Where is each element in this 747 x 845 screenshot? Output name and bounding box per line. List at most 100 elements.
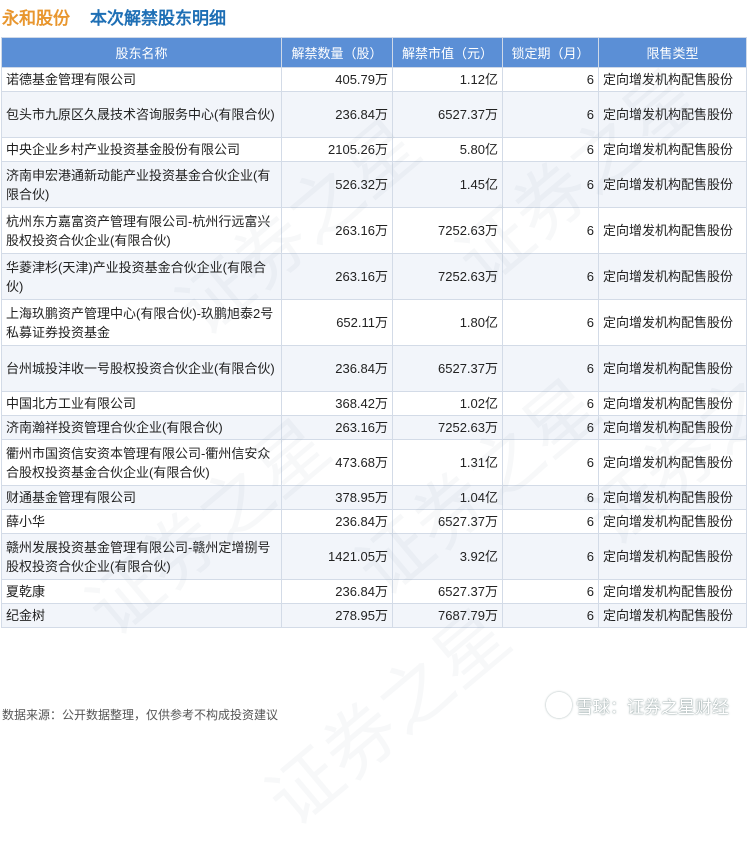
unlock-shareholder-table: 股东名称 解禁数量（股） 解禁市值（元） 锁定期（月） 限售类型 诺德基金管理有…	[1, 37, 747, 628]
shareholder-name-cell: 包头市九原区久晟技术咨询服务中心(有限合伙)	[1, 91, 282, 138]
shareholder-name-cell: 杭州东方嘉富资产管理有限公司-杭州行远富兴股权投资合伙企业(有限合伙)	[1, 207, 282, 254]
lock-period-cell: 6	[502, 603, 599, 628]
unlock-quantity-cell: 263.16万	[281, 207, 393, 254]
unlock-value-cell: 7252.63万	[392, 207, 503, 254]
shareholder-name-cell: 台州城投沣收一号股权投资合伙企业(有限合伙)	[1, 345, 282, 392]
unlock-value-cell: 6527.37万	[392, 579, 503, 604]
unlock-value-cell: 5.80亿	[392, 137, 503, 162]
header-unlock-quantity[interactable]: 解禁数量（股）	[281, 37, 393, 68]
restriction-type-cell: 定向增发机构配售股份	[598, 207, 747, 254]
shareholder-name-cell: 济南瀚祥投资管理合伙企业(有限合伙)	[1, 415, 282, 440]
unlock-value-cell: 7252.63万	[392, 253, 503, 300]
table-row: 华菱津杉(天津)产业投资基金合伙企业(有限合伙) 263.16万 7252.63万 6…	[1, 253, 747, 300]
lock-period-cell: 6	[502, 207, 599, 254]
shareholder-name-cell: 诺德基金管理有限公司	[1, 67, 282, 92]
unlock-quantity-cell: 236.84万	[281, 91, 393, 138]
table-row: 赣州发展投资基金管理有限公司-赣州定增捌号股权投资合伙企业(有限合伙) 1421.…	[1, 533, 747, 580]
lock-period-cell: 6	[502, 253, 599, 300]
lock-period-cell: 6	[502, 391, 599, 416]
unlock-value-cell: 6527.37万	[392, 345, 503, 392]
lock-period-cell: 6	[502, 485, 599, 510]
lock-period-cell: 6	[502, 533, 599, 580]
table-row: 上海玖鹏资产管理中心(有限合伙)-玖鹏旭泰2号私募证券投资基金 652.11万 1.…	[1, 299, 747, 346]
unlock-quantity-cell: 236.84万	[281, 509, 393, 534]
restriction-type-cell: 定向增发机构配售股份	[598, 253, 747, 300]
lock-period-cell: 6	[502, 415, 599, 440]
header-shareholder-name[interactable]: 股东名称	[1, 37, 282, 68]
table-row: 夏乾康 236.84万 6527.37万 6 定向增发机构配售股份	[1, 579, 747, 604]
unlock-quantity-cell: 236.84万	[281, 345, 393, 392]
table-row: 台州城投沣收一号股权投资合伙企业(有限合伙) 236.84万 6527.37万 6 定向…	[1, 345, 747, 392]
shareholder-name-cell: 衢州市国资信安资本管理有限公司-衢州信安众合股权投资基金合伙企业(有限合伙)	[1, 439, 282, 486]
company-name: 永和股份	[2, 9, 70, 28]
unlock-value-cell: 1.45亿	[392, 161, 503, 208]
table-row: 中国北方工业有限公司 368.42万 1.02亿 6 定向增发机构配售股份	[1, 391, 747, 416]
unlock-quantity-cell: 1421.05万	[281, 533, 393, 580]
unlock-value-cell: 6527.37万	[392, 509, 503, 534]
unlock-quantity-cell: 405.79万	[281, 67, 393, 92]
restriction-type-cell: 定向增发机构配售股份	[598, 91, 747, 138]
table-row: 纪金树 278.95万 7687.79万 6 定向增发机构配售股份	[1, 603, 747, 628]
header-restriction-type[interactable]: 限售类型	[598, 37, 747, 68]
table-row: 薛小华 236.84万 6527.37万 6 定向增发机构配售股份	[1, 509, 747, 534]
restriction-type-cell: 定向增发机构配售股份	[598, 485, 747, 510]
header-unlock-value[interactable]: 解禁市值（元）	[392, 37, 503, 68]
lock-period-cell: 6	[502, 91, 599, 138]
restriction-type-cell: 定向增发机构配售股份	[598, 509, 747, 534]
restriction-type-cell: 定向增发机构配售股份	[598, 415, 747, 440]
unlock-quantity-cell: 2105.26万	[281, 137, 393, 162]
unlock-value-cell: 6527.37万	[392, 91, 503, 138]
header-lock-period[interactable]: 锁定期（月）	[502, 37, 599, 68]
unlock-quantity-cell: 263.16万	[281, 253, 393, 300]
unlock-value-cell: 3.92亿	[392, 533, 503, 580]
unlock-quantity-cell: 368.42万	[281, 391, 393, 416]
table-row: 财通基金管理有限公司 378.95万 1.04亿 6 定向增发机构配售股份	[1, 485, 747, 510]
lock-period-cell: 6	[502, 137, 599, 162]
lock-period-cell: 6	[502, 161, 599, 208]
unlock-quantity-cell: 652.11万	[281, 299, 393, 346]
restriction-type-cell: 定向增发机构配售股份	[598, 161, 747, 208]
table-row: 济南申宏港通新动能产业投资基金合伙企业(有限合伙) 526.32万 1.45亿 6 定向…	[1, 161, 747, 208]
brand-watermark: 雪球：证券之星财经	[546, 692, 729, 718]
lock-period-cell: 6	[502, 299, 599, 346]
shareholder-name-cell: 纪金树	[1, 603, 282, 628]
table-row: 中央企业乡村产业投资基金股份有限公司 2105.26万 5.80亿 6 定向增发机构配售…	[1, 137, 747, 162]
unlock-quantity-cell: 473.68万	[281, 439, 393, 486]
unlock-value-cell: 7252.63万	[392, 415, 503, 440]
restriction-type-cell: 定向增发机构配售股份	[598, 67, 747, 92]
restriction-type-cell: 定向增发机构配售股份	[598, 391, 747, 416]
lock-period-cell: 6	[502, 345, 599, 392]
restriction-type-cell: 定向增发机构配售股份	[598, 345, 747, 392]
restriction-type-cell: 定向增发机构配售股份	[598, 603, 747, 628]
table-row: 杭州东方嘉富资产管理有限公司-杭州行远富兴股权投资合伙企业(有限合伙) 263.1…	[1, 207, 747, 254]
shareholder-name-cell: 华菱津杉(天津)产业投资基金合伙企业(有限合伙)	[1, 253, 282, 300]
shareholder-name-cell: 中央企业乡村产业投资基金股份有限公司	[1, 137, 282, 162]
restriction-type-cell: 定向增发机构配售股份	[598, 137, 747, 162]
snowball-logo-icon	[546, 692, 572, 718]
lock-period-cell: 6	[502, 67, 599, 92]
data-source-note: 数据来源：公开数据整理，仅供参考不构成投资建议	[2, 708, 279, 722]
lock-period-cell: 6	[502, 509, 599, 534]
restriction-type-cell: 定向增发机构配售股份	[598, 533, 747, 580]
title-bar: 永和股份 本次解禁股东明细	[0, 0, 747, 36]
unlock-quantity-cell: 263.16万	[281, 415, 393, 440]
table-header-row: 股东名称 解禁数量（股） 解禁市值（元） 锁定期（月） 限售类型	[1, 37, 747, 68]
unlock-value-cell: 1.02亿	[392, 391, 503, 416]
table-row: 济南瀚祥投资管理合伙企业(有限合伙) 263.16万 7252.63万 6 定向增发机构…	[1, 415, 747, 440]
shareholder-name-cell: 济南申宏港通新动能产业投资基金合伙企业(有限合伙)	[1, 161, 282, 208]
unlock-quantity-cell: 236.84万	[281, 579, 393, 604]
table-row: 包头市九原区久晟技术咨询服务中心(有限合伙) 236.84万 6527.37万 6 定向…	[1, 91, 747, 138]
unlock-value-cell: 7687.79万	[392, 603, 503, 628]
restriction-type-cell: 定向增发机构配售股份	[598, 579, 747, 604]
lock-period-cell: 6	[502, 439, 599, 486]
brand-label: 雪球：证券之星财经	[576, 697, 729, 717]
unlock-value-cell: 1.12亿	[392, 67, 503, 92]
lock-period-cell: 6	[502, 579, 599, 604]
unlock-value-cell: 1.80亿	[392, 299, 503, 346]
shareholder-name-cell: 财通基金管理有限公司	[1, 485, 282, 510]
shareholder-name-cell: 上海玖鹏资产管理中心(有限合伙)-玖鹏旭泰2号私募证券投资基金	[1, 299, 282, 346]
unlock-value-cell: 1.31亿	[392, 439, 503, 486]
shareholder-name-cell: 夏乾康	[1, 579, 282, 604]
table-row: 衢州市国资信安资本管理有限公司-衢州信安众合股权投资基金合伙企业(有限合伙) 47…	[1, 439, 747, 486]
shareholder-name-cell: 中国北方工业有限公司	[1, 391, 282, 416]
